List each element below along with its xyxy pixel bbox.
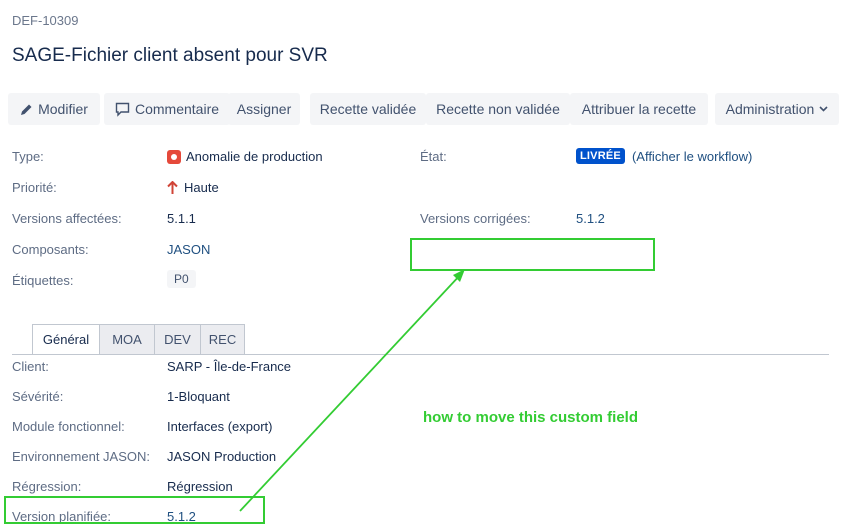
source-highlight-box: [4, 496, 265, 524]
annotation-arrow-line: [239, 272, 463, 512]
annotation-overlay: [4, 238, 655, 524]
target-highlight-box: [410, 238, 655, 271]
